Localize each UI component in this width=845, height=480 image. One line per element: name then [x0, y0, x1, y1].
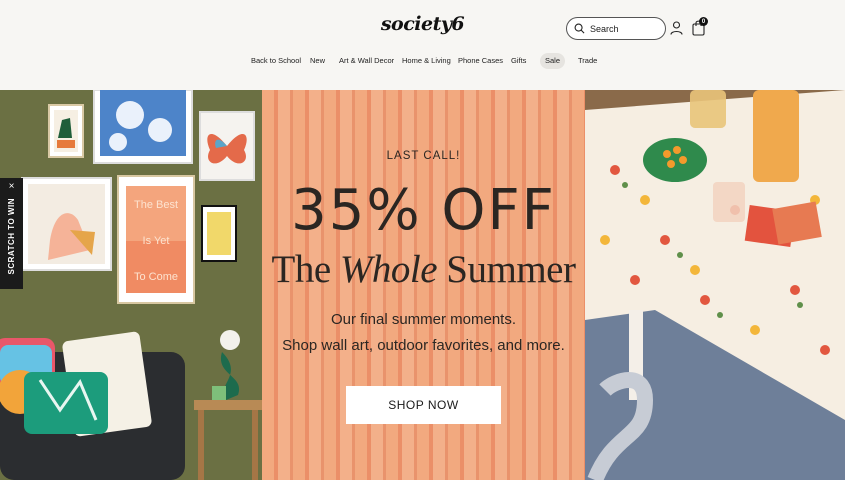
promo-description-line-1: Our final summer moments. — [330, 311, 517, 328]
hero-banner[interactable]: The Best Is Yet To Come LAST CALL! 35% O… — [0, 90, 845, 480]
nav-item-home-living[interactable]: Home & Living — [402, 53, 451, 69]
promo-description-line-2: Shop wall art, outdoor favorites, and mo… — [282, 337, 565, 354]
promo-panel: LAST CALL! 35% OFF The Whole Summer Our … — [262, 90, 585, 480]
tablecloth-illustration — [585, 90, 845, 480]
subhead-suffix: Summer — [437, 248, 576, 291]
nav-item-sale[interactable]: Sale — [540, 53, 566, 69]
gallery-wall-image: The Best Is Yet To Come — [0, 90, 262, 480]
nav-item-phone-cases[interactable]: Phone Cases — [458, 53, 503, 69]
poster-text-line-3: To Come — [134, 271, 178, 283]
poster-text-line-2: Is Yet — [143, 235, 170, 247]
shop-now-button[interactable]: SHOP NOW — [346, 386, 501, 424]
nav-item-trade[interactable]: Trade — [578, 53, 597, 69]
promo-headline: 35% OFF — [291, 178, 556, 243]
site-header: society6 0 Back to School New Art & Wall… — [0, 0, 845, 90]
promo-eyebrow: LAST CALL! — [386, 150, 461, 162]
account-icon[interactable] — [670, 21, 683, 35]
gallery-wall-illustration: The Best Is Yet To Come — [0, 90, 262, 480]
subhead-emphasis: Whole — [339, 248, 438, 291]
search-input[interactable] — [590, 23, 660, 34]
search-icon — [574, 23, 585, 34]
cart-count-badge: 0 — [699, 17, 708, 26]
nav-item-art-wall-decor[interactable]: Art & Wall Decor — [339, 53, 394, 69]
poster-text-line-1: The Best — [134, 199, 178, 211]
scratch-to-win-label: SCRATCH TO WIN — [7, 198, 16, 275]
nav-item-new[interactable]: New — [310, 53, 325, 69]
scratch-close-icon[interactable]: × — [9, 182, 15, 192]
nav-item-gifts[interactable]: Gifts — [511, 53, 526, 69]
promo-subhead: The Whole Summer — [262, 247, 585, 292]
site-logo[interactable]: society6 — [0, 13, 845, 35]
search-box[interactable] — [566, 17, 666, 40]
nav-item-back-to-school[interactable]: Back to School — [251, 53, 301, 69]
scratch-to-win-tab[interactable]: × SCRATCH TO WIN — [0, 178, 23, 289]
tablecloth-image — [585, 90, 845, 480]
subhead-prefix: The — [271, 248, 340, 291]
